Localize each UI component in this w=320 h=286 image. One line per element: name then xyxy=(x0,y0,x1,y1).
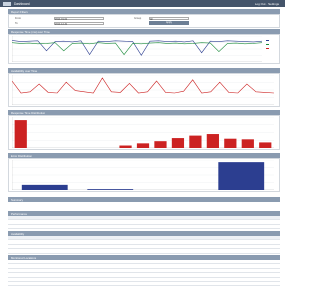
error-distribution-chart xyxy=(12,160,274,190)
table-cell xyxy=(8,224,76,230)
table-cell xyxy=(76,248,144,254)
bar xyxy=(171,138,185,148)
table-cell xyxy=(212,248,280,254)
availability-table xyxy=(8,236,280,254)
bar xyxy=(259,142,272,148)
header-links[interactable]: Log Out · Settings xyxy=(255,2,279,6)
table-cell xyxy=(144,281,280,286)
table-row xyxy=(8,224,280,230)
bar xyxy=(87,189,134,190)
bar xyxy=(14,120,27,148)
bar xyxy=(119,145,132,148)
to-label: To xyxy=(15,22,18,25)
bar xyxy=(189,135,202,148)
performance-table xyxy=(8,216,280,230)
app-title: Dashboard xyxy=(14,1,30,6)
series-line xyxy=(12,40,262,56)
availability-chart xyxy=(12,75,274,105)
table-row xyxy=(8,281,280,286)
series-line xyxy=(12,77,274,94)
bar xyxy=(21,184,68,190)
table-cell xyxy=(144,224,212,230)
title-bar: Dashboard Log Out · Settings xyxy=(0,0,285,7)
response-time-chart xyxy=(12,36,262,62)
table-cell xyxy=(76,224,144,230)
legend-item xyxy=(266,38,278,41)
chart1-legend xyxy=(266,38,278,49)
bar xyxy=(224,138,237,148)
from-field[interactable]: 2014-01-01 xyxy=(54,16,104,21)
table-cell xyxy=(8,248,76,254)
legend-item xyxy=(266,46,278,49)
bar xyxy=(218,162,265,190)
table-cell xyxy=(144,248,212,254)
from-label: From xyxy=(15,17,22,20)
app-logo xyxy=(3,1,11,6)
locations-table xyxy=(8,260,280,286)
summary-header: Summary xyxy=(8,197,280,202)
bar xyxy=(206,134,219,148)
to-field[interactable]: 2014-12-31 xyxy=(54,21,104,26)
legend-item xyxy=(266,42,278,45)
bar xyxy=(154,141,167,148)
table-cell xyxy=(212,224,280,230)
apply-button[interactable]: Apply xyxy=(149,21,189,25)
table-row xyxy=(8,248,280,254)
bar xyxy=(136,143,150,148)
group-select[interactable]: All xyxy=(149,16,189,21)
group-label: Group xyxy=(134,17,142,20)
bar xyxy=(241,139,254,148)
table-cell xyxy=(8,281,144,286)
response-distribution-chart xyxy=(12,117,274,148)
filters-panel: From 2014-01-01 To 2014-12-31 Group All … xyxy=(8,14,280,28)
